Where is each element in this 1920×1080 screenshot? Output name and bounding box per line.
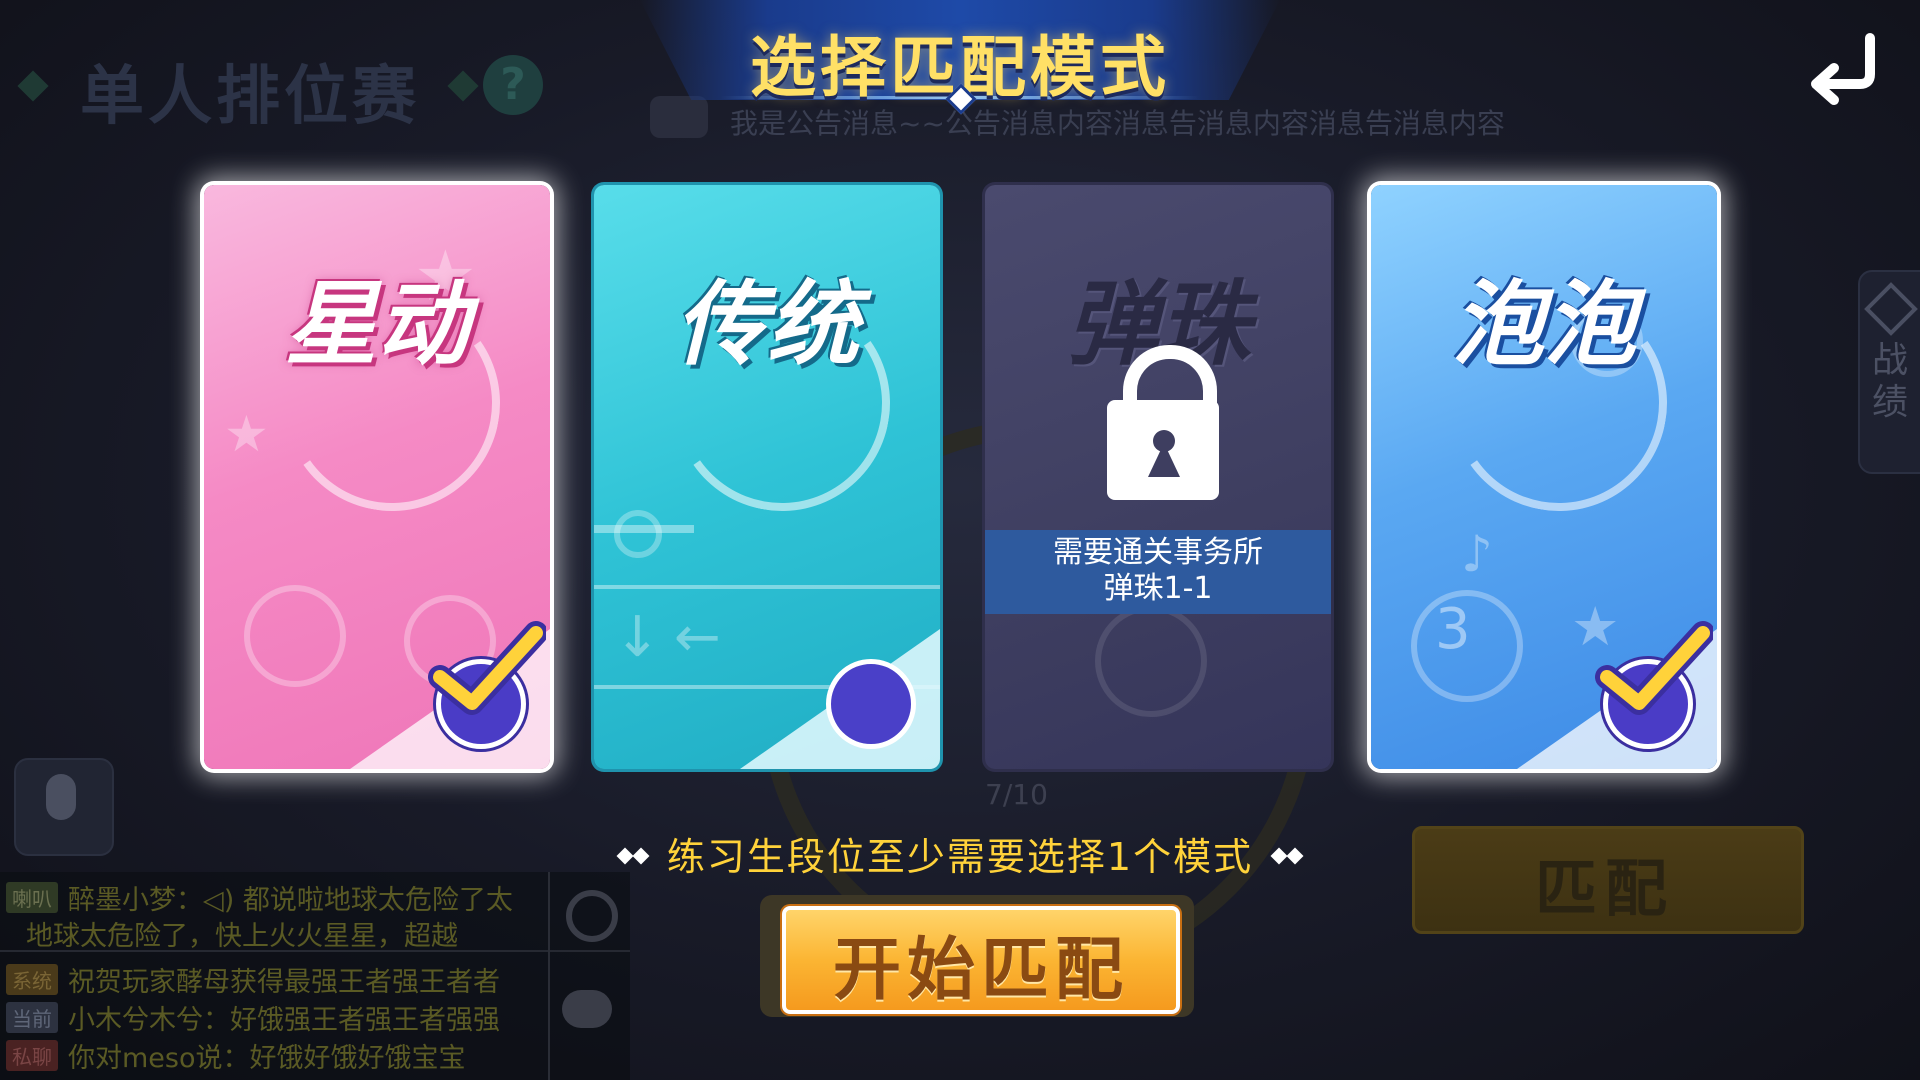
deco-ring — [244, 585, 346, 687]
checkmark-icon — [428, 621, 546, 715]
mode-title: 单人排位赛 — [80, 60, 420, 134]
background-match-label: 匹配 — [1534, 852, 1675, 925]
chat-tag-private: 私聊 — [6, 1040, 58, 1071]
deco-ring — [614, 510, 662, 558]
chat-bubble-icon — [562, 990, 612, 1028]
chat-text: 祝贺玩家酵母获得最强王者强王者者 — [68, 967, 500, 998]
diamond-icon — [632, 847, 650, 865]
chat-line: 系统 祝贺玩家酵母获得最强王者强王者者 — [6, 960, 500, 999]
chat-text: 地球太危险了，快上火火星星，超越 — [26, 921, 458, 952]
diamond-icon — [616, 847, 634, 865]
star-icon: ★ — [224, 405, 269, 463]
help-icon: ? — [483, 55, 543, 115]
music-note-icon: ♪ — [1461, 525, 1493, 583]
deco-bar — [594, 585, 940, 589]
chat-panel: 喇叭 醉墨小梦：◁) 都说啦地球太危险了太 地球太危险了，快上火火星星，超越 系统… — [0, 872, 630, 1080]
chat-divider-horizontal — [0, 950, 630, 952]
chat-tag-system: 系统 — [6, 964, 58, 995]
chat-text: 醉墨小梦：◁) 都说啦地球太危险了太 — [68, 885, 513, 916]
selection-hint: 练习生段位至少需要选择1个模式 — [600, 826, 1320, 881]
mode-name: 泡泡 — [1451, 271, 1636, 378]
back-icon[interactable] — [1800, 30, 1890, 110]
deco-ring — [1095, 605, 1207, 717]
selection-hint-text: 练习生段位至少需要选择1个模式 — [666, 835, 1254, 879]
progress-text: 7/10 — [985, 778, 1048, 811]
arrow-down-icon: ↓ — [614, 605, 661, 670]
microphone-icon — [46, 774, 76, 820]
record-tab-label: 战绩 — [1871, 340, 1908, 423]
number-three-icon: 3 — [1435, 597, 1471, 662]
lock-keyhole-stem — [1148, 443, 1180, 477]
diamond-icon — [1286, 847, 1304, 865]
mode-card-chuantong[interactable]: ↓ ← 传统 — [594, 185, 940, 769]
chat-line: 当前 小木兮木兮：好饿强王者强王者强强 — [6, 998, 500, 1037]
lock-text-line-2: 弹珠1-1 — [1103, 571, 1213, 606]
chat-tag-current: 当前 — [6, 1002, 58, 1033]
chat-line: 喇叭 醉墨小梦：◁) 都说啦地球太危险了太 — [6, 878, 513, 917]
chat-line: 私聊 你对meso说：好饿好饿好饿宝宝 — [6, 1036, 466, 1075]
chat-divider-vertical — [548, 872, 550, 1080]
checkmark-icon — [1595, 621, 1713, 715]
mode-name: 星动 — [284, 271, 469, 378]
mode-card-paopao[interactable]: 3 ♪ ★ 泡泡 — [1371, 185, 1717, 769]
mode-card-danzhu: 弹珠 需要通关事务所 弹珠1-1 — [985, 185, 1331, 769]
chat-settings-icon — [566, 890, 618, 942]
chat-tag-horn: 喇叭 — [6, 882, 58, 913]
lock-text-line-1: 需要通关事务所 — [1053, 535, 1263, 570]
chat-line: 地球太危险了，快上火火星星，超越 — [26, 914, 458, 953]
mode-card-xingdong[interactable]: ★ ★ 星动 — [204, 185, 550, 769]
lock-requirement-text: 需要通关事务所 弹珠1-1 — [985, 535, 1331, 607]
chat-text: 你对meso说：好饿好饿好饿宝宝 — [68, 1043, 466, 1074]
diamond-icon — [1270, 847, 1288, 865]
mode-name: 传统 — [674, 271, 859, 378]
start-match-label[interactable]: 开始匹配 — [782, 914, 1180, 1013]
unselected-indicator — [826, 659, 916, 749]
arrow-left-icon: ← — [674, 605, 721, 670]
chat-text: 小木兮木兮：好饿强王者强王者强强 — [68, 1005, 500, 1036]
